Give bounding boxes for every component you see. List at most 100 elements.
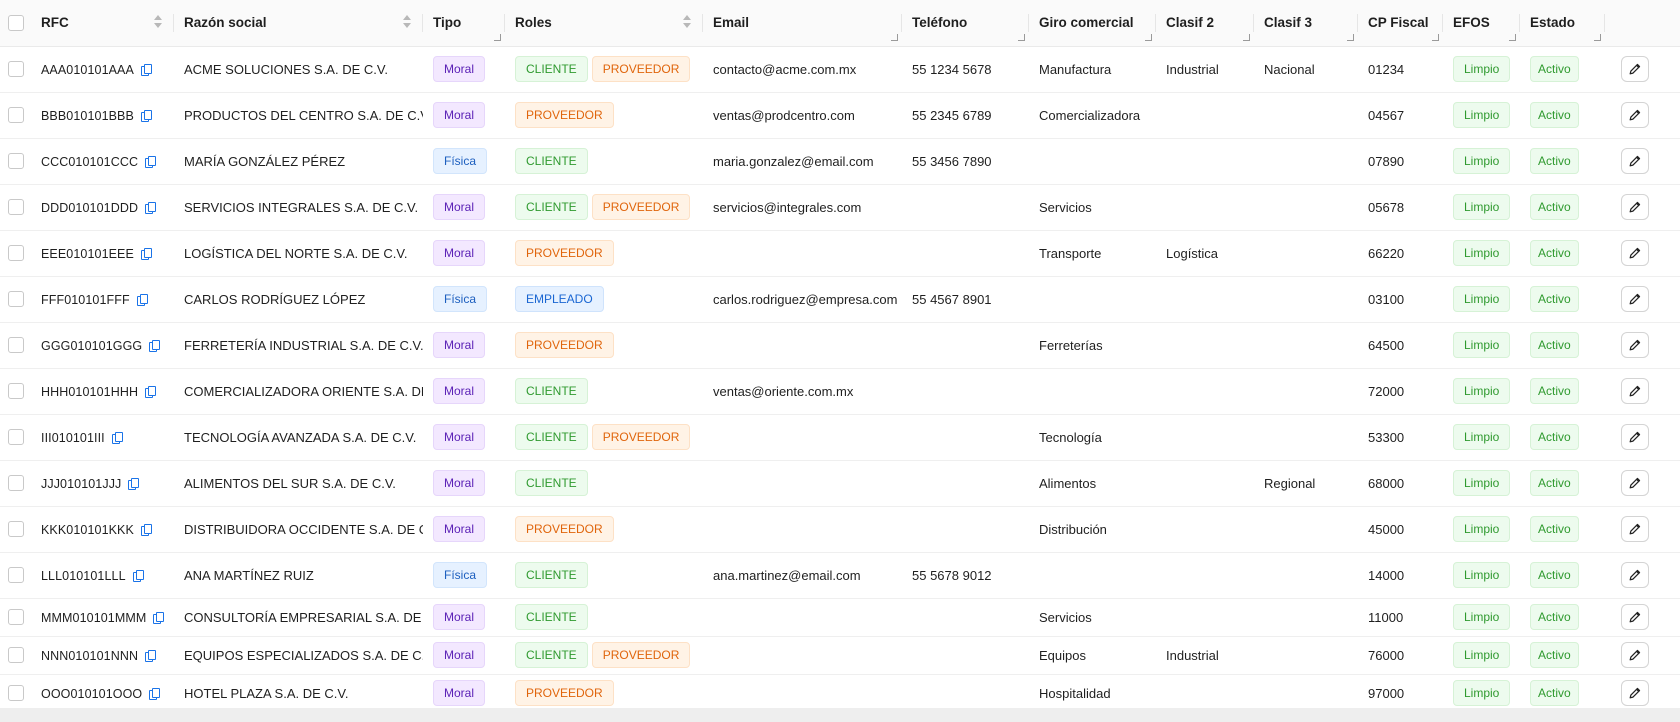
table-row[interactable]: HHH010101HHH COMERCIALIZADORA ORIENTE S.…: [0, 368, 1680, 414]
copy-icon[interactable]: [132, 569, 144, 582]
edit-button[interactable]: [1621, 56, 1649, 82]
column-header-razon-social[interactable]: Razón social: [174, 0, 423, 47]
column-header-tipo[interactable]: Tipo: [423, 0, 505, 47]
sort-icon[interactable]: [403, 15, 411, 31]
table-row[interactable]: EEE010101EEE LOGÍSTICA DEL NORTE S.A. DE…: [0, 230, 1680, 276]
row-checkbox[interactable]: [7, 521, 24, 538]
table-row[interactable]: LLL010101LLL ANA MARTÍNEZ RUIZ Física CL…: [0, 552, 1680, 598]
estado-badge: Activo: [1530, 148, 1579, 174]
copy-icon[interactable]: [145, 385, 157, 398]
edit-button[interactable]: [1621, 604, 1649, 630]
row-checkbox[interactable]: [7, 153, 24, 170]
row-checkbox[interactable]: [7, 383, 24, 400]
copy-icon[interactable]: [153, 611, 165, 624]
table-row[interactable]: JJJ010101JJJ ALIMENTOS DEL SUR S.A. DE C…: [0, 460, 1680, 506]
column-header-telefono[interactable]: Teléfono: [902, 0, 1029, 47]
estado-cell: Activo: [1520, 46, 1605, 92]
clasif3-cell: Nacional: [1264, 61, 1315, 77]
row-checkbox[interactable]: [7, 647, 24, 664]
copy-icon[interactable]: [140, 63, 152, 76]
role-badge: CLIENTE: [515, 424, 588, 450]
copy-icon[interactable]: [140, 523, 152, 536]
sort-icon[interactable]: [683, 15, 691, 31]
edit-button[interactable]: [1621, 562, 1649, 588]
edit-button[interactable]: [1621, 194, 1649, 220]
tipo-cell: Moral: [423, 92, 505, 138]
select-all-checkbox[interactable]: [7, 14, 24, 31]
edit-button[interactable]: [1621, 516, 1649, 542]
table-row[interactable]: FFF010101FFF CARLOS RODRÍGUEZ LÓPEZ Físi…: [0, 276, 1680, 322]
resize-handle[interactable]: [1432, 33, 1439, 41]
copy-icon[interactable]: [145, 155, 157, 168]
copy-icon[interactable]: [149, 339, 161, 352]
efos-cell: Limpio: [1443, 276, 1520, 322]
copy-icon[interactable]: [128, 477, 140, 490]
resize-handle[interactable]: [891, 33, 898, 41]
table-row[interactable]: BBB010101BBB PRODUCTOS DEL CENTRO S.A. D…: [0, 92, 1680, 138]
edit-button[interactable]: [1621, 470, 1649, 496]
resize-handle[interactable]: [1145, 33, 1152, 41]
resize-handle[interactable]: [1243, 33, 1250, 41]
resize-handle[interactable]: [1018, 33, 1025, 41]
actions-cell: [1605, 552, 1680, 598]
copy-icon[interactable]: [111, 431, 123, 444]
row-checkbox[interactable]: [7, 429, 24, 446]
rfc-value: III010101III: [41, 430, 105, 445]
edit-button[interactable]: [1621, 378, 1649, 404]
edit-button[interactable]: [1621, 424, 1649, 450]
column-header-clasif2[interactable]: Clasif 2: [1156, 0, 1254, 47]
table-row[interactable]: GGG010101GGG FERRETERÍA INDUSTRIAL S.A. …: [0, 322, 1680, 368]
table-row[interactable]: KKK010101KKK DISTRIBUIDORA OCCIDENTE S.A…: [0, 506, 1680, 552]
edit-button[interactable]: [1621, 332, 1649, 358]
table-row[interactable]: AAA010101AAA ACME SOLUCIONES S.A. DE C.V…: [0, 46, 1680, 92]
row-checkbox[interactable]: [7, 199, 24, 216]
sort-icon[interactable]: [154, 15, 162, 31]
edit-button[interactable]: [1621, 680, 1649, 706]
column-header-efos[interactable]: EFOS: [1443, 0, 1520, 47]
edit-button[interactable]: [1621, 148, 1649, 174]
resize-handle[interactable]: [1347, 33, 1354, 41]
row-checkbox[interactable]: [7, 567, 24, 584]
column-header-label: Clasif 2: [1166, 15, 1215, 31]
row-checkbox[interactable]: [7, 291, 24, 308]
table-row[interactable]: DDD010101DDD SERVICIOS INTEGRALES S.A. D…: [0, 184, 1680, 230]
table-row[interactable]: OOO010101OOO HOTEL PLAZA S.A. DE C.V. Mo…: [0, 674, 1680, 708]
resize-handle[interactable]: [1509, 33, 1516, 41]
copy-icon[interactable]: [145, 201, 157, 214]
row-checkbox[interactable]: [7, 609, 24, 626]
copy-icon[interactable]: [140, 109, 152, 122]
table-row[interactable]: III010101III TECNOLOGÍA AVANZADA S.A. DE…: [0, 414, 1680, 460]
column-header-clasif3[interactable]: Clasif 3: [1254, 0, 1358, 47]
column-header-giro[interactable]: Giro comercial: [1029, 0, 1156, 47]
row-checkbox[interactable]: [7, 337, 24, 354]
copy-icon[interactable]: [149, 687, 161, 700]
column-header-cp-fiscal[interactable]: CP Fiscal: [1358, 0, 1443, 47]
table-row[interactable]: NNN010101NNN EQUIPOS ESPECIALIZADOS S.A.…: [0, 636, 1680, 674]
column-header-roles[interactable]: Roles: [505, 0, 703, 47]
row-checkbox[interactable]: [7, 107, 24, 124]
column-header-estado[interactable]: Estado: [1520, 0, 1605, 47]
table-row[interactable]: MMM010101MMM CONSULTORÍA EMPRESARIAL S.A…: [0, 598, 1680, 636]
edit-button[interactable]: [1621, 240, 1649, 266]
razon-social-cell: HOTEL PLAZA S.A. DE C.V.: [184, 685, 349, 701]
table-row[interactable]: CCC010101CCC MARÍA GONZÁLEZ PÉREZ Física…: [0, 138, 1680, 184]
row-checkbox[interactable]: [7, 475, 24, 492]
copy-icon[interactable]: [136, 293, 148, 306]
row-checkbox[interactable]: [7, 245, 24, 262]
tipo-badge: Moral: [433, 604, 486, 630]
column-header-label: Estado: [1530, 15, 1576, 31]
resize-handle[interactable]: [1594, 33, 1601, 41]
copy-icon[interactable]: [145, 649, 157, 662]
estado-badge: Activo: [1530, 642, 1579, 668]
row-checkbox[interactable]: [7, 685, 24, 702]
edit-button[interactable]: [1621, 102, 1649, 128]
copy-icon[interactable]: [140, 247, 152, 260]
column-header-rfc[interactable]: RFC: [31, 0, 174, 47]
estado-cell: Activo: [1520, 598, 1605, 636]
column-header-email[interactable]: Email: [703, 0, 902, 47]
edit-button[interactable]: [1621, 286, 1649, 312]
clasif3-cell: [1254, 276, 1358, 322]
row-checkbox[interactable]: [7, 61, 24, 78]
resize-handle[interactable]: [494, 33, 501, 41]
edit-button[interactable]: [1621, 642, 1649, 668]
